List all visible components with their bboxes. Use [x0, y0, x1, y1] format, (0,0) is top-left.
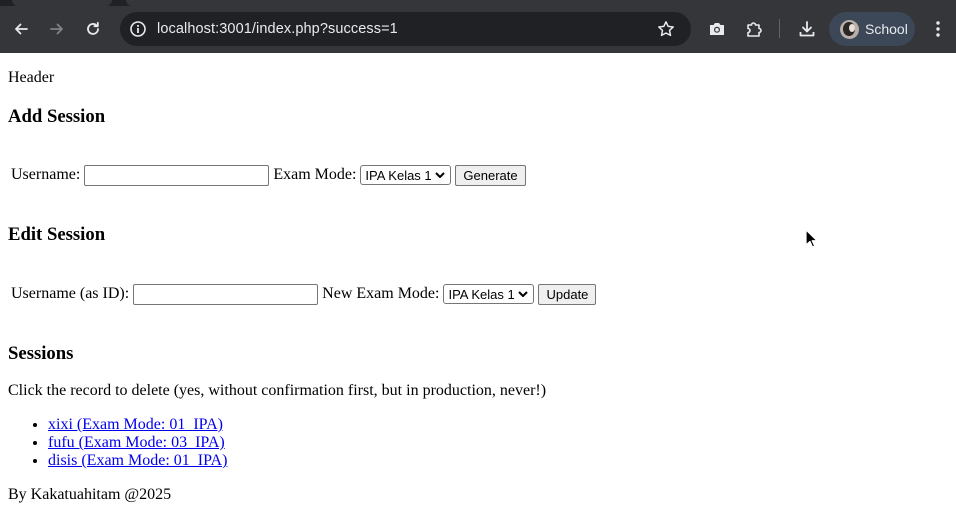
tab-strip	[0, 0, 956, 6]
info-icon[interactable]	[129, 20, 147, 38]
arrow-left-icon	[15, 23, 28, 35]
list-item: disis (Exam Mode: 01_IPA)	[48, 452, 227, 470]
new-exam-mode-select[interactable]: IPA Kelas 1	[443, 284, 535, 304]
chevron-down-icon	[434, 172, 445, 178]
toolbar-divider	[779, 19, 780, 38]
username-label: Username:	[11, 166, 81, 183]
back-button[interactable]	[8, 16, 34, 42]
sessions-list: xixi (Exam Mode: 01_IPA) fufu (Exam Mode…	[8, 416, 227, 470]
exam-mode-label: Exam Mode:	[273, 166, 357, 183]
add-session-form: Username: Exam Mode: IPA Kelas 1 Generat…	[11, 164, 526, 186]
session-link[interactable]: xixi (Exam Mode: 01_IPA)	[48, 416, 223, 433]
mouse-cursor-icon	[805, 229, 818, 248]
page-header: Header	[8, 69, 55, 86]
page-footer: By Kakatuahitam @2025	[8, 486, 172, 503]
browser-menu-button[interactable]	[927, 18, 949, 40]
url-text[interactable]: localhost:3001/index.php?success=1	[157, 12, 398, 46]
new-exam-mode-selected-value: IPA Kelas 1	[448, 286, 515, 302]
star-icon[interactable]	[657, 20, 675, 38]
edit-session-form: Username (as ID): New Exam Mode: IPA Kel…	[11, 283, 597, 305]
session-link[interactable]: disis (Exam Mode: 01_IPA)	[48, 452, 227, 469]
address-bar[interactable]: localhost:3001/index.php?success=1	[120, 12, 691, 46]
username-id-label: Username (as ID):	[11, 285, 130, 302]
downloads-button[interactable]	[796, 18, 818, 40]
profile-button[interactable]: School	[829, 12, 915, 46]
extensions-button[interactable]	[743, 18, 765, 40]
exam-mode-select[interactable]: IPA Kelas 1	[360, 165, 452, 185]
sessions-heading: Sessions	[8, 343, 74, 364]
arrow-right-icon	[50, 23, 63, 35]
tab-strip-edge	[126, 0, 956, 6]
update-button[interactable]: Update	[538, 283, 597, 305]
list-item: xixi (Exam Mode: 01_IPA)	[48, 416, 227, 434]
session-link[interactable]: fufu (Exam Mode: 03_IPA)	[48, 434, 225, 451]
profile-name: School	[865, 21, 908, 37]
username-input[interactable]	[84, 164, 270, 186]
chevron-down-icon	[518, 291, 528, 297]
page-content: Header Add Session Username: Exam Mode: …	[0, 53, 956, 510]
puzzle-icon	[747, 22, 762, 37]
exam-mode-selected-value: IPA Kelas 1	[365, 167, 432, 183]
list-item: fufu (Exam Mode: 03_IPA)	[48, 434, 227, 452]
add-session-heading: Add Session	[8, 106, 106, 127]
browser-toolbar: localhost:3001/index.php?success=1 Schoo…	[0, 0, 956, 53]
camera-icon	[710, 23, 724, 35]
delete-instruction: Click the record to delete (yes, without…	[8, 382, 547, 399]
edit-session-heading: Edit Session	[8, 224, 106, 245]
username-id-input[interactable]	[133, 283, 319, 305]
active-tab-edge[interactable]	[12, 0, 112, 6]
generate-button[interactable]: Generate	[455, 164, 526, 186]
screenshot-button[interactable]	[706, 18, 728, 40]
new-exam-mode-label: New Exam Mode:	[322, 285, 440, 302]
download-icon	[799, 21, 815, 37]
forward-button[interactable]	[44, 16, 70, 42]
avatar	[840, 20, 859, 39]
reload-button[interactable]	[80, 16, 106, 42]
reload-icon	[87, 21, 99, 35]
kebab-menu-icon	[936, 21, 940, 37]
